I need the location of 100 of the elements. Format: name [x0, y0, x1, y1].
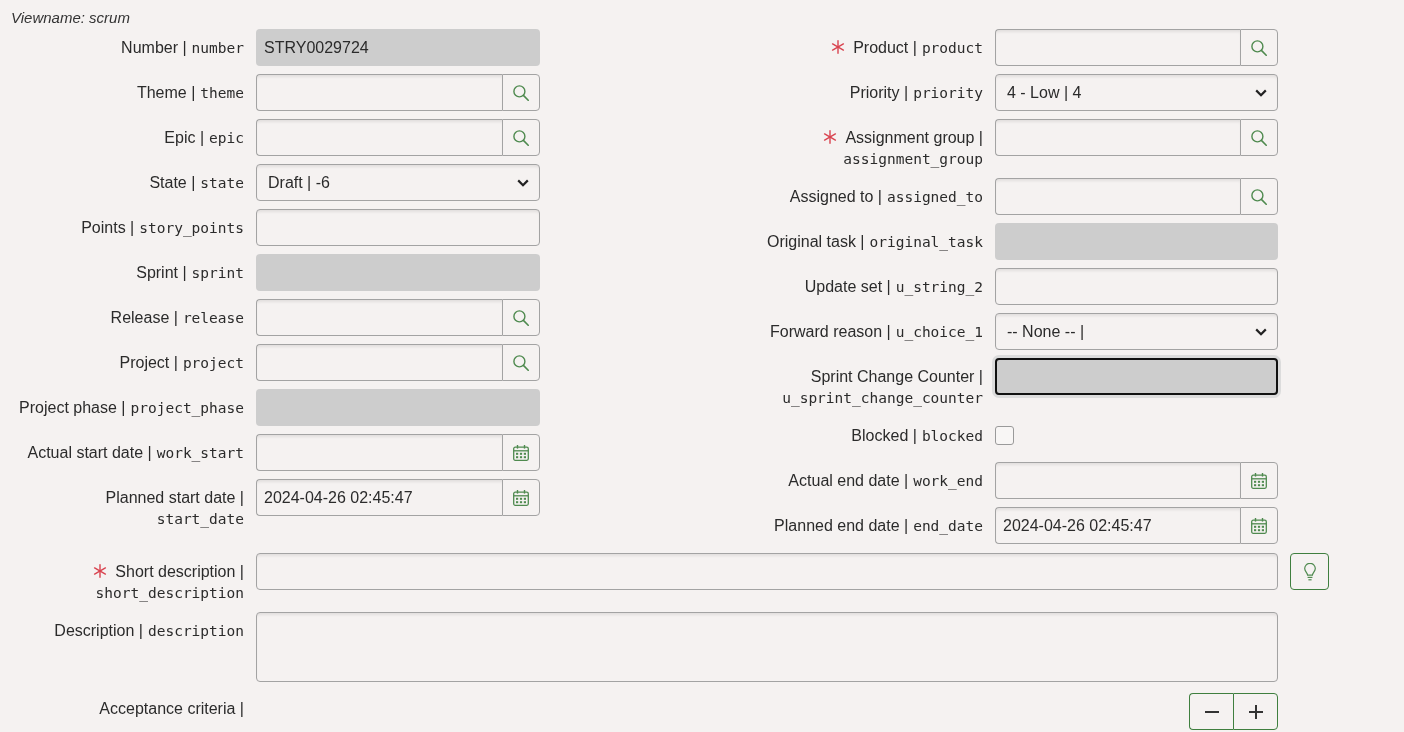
field-label: Assignment group | — [845, 128, 983, 148]
dropdown[interactable]: -- None -- | — [995, 313, 1278, 350]
field-name: sprint — [191, 264, 244, 283]
field-label: Original task | — [766, 232, 865, 252]
field-name: description — [147, 622, 244, 641]
view-name-label: Viewname: scrum — [11, 8, 130, 28]
field-name: theme — [200, 84, 244, 103]
calendar-button[interactable] — [502, 434, 540, 471]
input-field[interactable] — [256, 434, 502, 471]
field-label: Product | — [853, 38, 917, 58]
input-field[interactable]: 2024-04-26 02:45:47 — [995, 507, 1240, 544]
field-name: u_choice_1 — [895, 323, 983, 343]
field-label: Description | — [54, 621, 143, 641]
field-name: blocked — [921, 427, 983, 446]
field-label: Sprint Change Counter | — [810, 367, 983, 387]
field-name: state — [200, 174, 244, 193]
search-button[interactable] — [502, 119, 540, 156]
chevron-icon — [1255, 327, 1267, 336]
input-field[interactable]: 2024-04-26 02:45:47 — [256, 479, 502, 516]
field-label: Release | — [110, 308, 178, 328]
checkbox[interactable] — [995, 426, 1014, 445]
field-name: work_end — [913, 472, 983, 492]
calendar-icon — [1251, 472, 1267, 489]
input-field[interactable] — [256, 299, 502, 336]
field-label: Acceptance criteria | — [99, 699, 244, 719]
field-label: Priority | — [849, 83, 909, 103]
text-area[interactable] — [256, 612, 1278, 682]
field-name: assignment_group — [843, 150, 983, 170]
search-icon — [1251, 129, 1267, 146]
calendar-icon — [513, 489, 529, 506]
calendar-button[interactable] — [502, 479, 540, 516]
field-name: story_points — [139, 219, 244, 239]
field-label: Sprint | — [136, 263, 187, 283]
field-name: product — [921, 39, 983, 58]
field-label: Actual start date | — [27, 443, 152, 463]
field-label: Project | — [119, 353, 178, 373]
input-field[interactable] — [256, 119, 502, 156]
search-button[interactable] — [1240, 119, 1278, 156]
field-label: Project phase | — [19, 398, 126, 418]
field-name: start_date — [156, 510, 244, 530]
field-name: number — [191, 39, 244, 58]
input-field[interactable] — [995, 29, 1240, 66]
field-name: short_description — [95, 584, 244, 604]
field-name: project — [182, 354, 244, 373]
input-field[interactable] — [256, 553, 1278, 590]
field-label: Planned start date | — [105, 488, 244, 508]
field-name: original_task — [869, 233, 983, 253]
read-only-field[interactable] — [256, 254, 540, 291]
chevron-icon — [1255, 88, 1267, 97]
field-label: Epic | — [164, 128, 205, 148]
field-name: u_string_2 — [895, 278, 983, 298]
field-label: Short description | — [115, 562, 244, 582]
search-icon — [513, 354, 529, 371]
search-button[interactable] — [502, 344, 540, 381]
search-icon — [1251, 188, 1267, 205]
search-button[interactable] — [502, 299, 540, 336]
field-label: Theme | — [136, 83, 196, 103]
field-name: u_sprint_change_counter — [782, 389, 983, 409]
field-name: release — [182, 309, 244, 328]
input-field[interactable] — [995, 268, 1278, 305]
field-label: Number | — [121, 38, 187, 58]
read-only-field[interactable]: STRY0029724 — [256, 29, 540, 66]
field-label: Forward reason | — [770, 322, 891, 342]
plus-button[interactable] — [1233, 693, 1278, 730]
lightbulb-button[interactable] — [1290, 553, 1329, 590]
search-icon — [513, 84, 529, 101]
field-name: project_phase — [130, 399, 244, 419]
input-field[interactable] — [256, 209, 540, 246]
search-icon — [513, 129, 529, 146]
field-name: end_date — [913, 517, 983, 537]
field-label: Points | — [81, 218, 135, 238]
dropdown[interactable]: 4 - Low | 4 — [995, 74, 1278, 111]
plus-icon — [1248, 704, 1263, 719]
field-label: State | — [149, 173, 196, 193]
dropdown[interactable]: Draft | -6 — [256, 164, 540, 201]
field-label: Assigned to | — [789, 187, 882, 207]
calendar-button[interactable] — [1240, 462, 1278, 499]
input-field[interactable] — [256, 344, 502, 381]
read-only-field[interactable] — [995, 223, 1278, 260]
minus-button[interactable] — [1189, 693, 1233, 730]
field-name: assigned_to — [886, 188, 983, 208]
field-name: epic — [209, 129, 244, 148]
read-only-field[interactable] — [995, 358, 1278, 395]
calendar-icon — [513, 444, 529, 461]
field-label: Blocked | — [851, 426, 917, 446]
search-icon — [513, 309, 529, 326]
input-field[interactable] — [995, 178, 1240, 215]
read-only-field[interactable] — [256, 389, 540, 426]
lightbulb-icon — [1303, 562, 1316, 581]
search-button[interactable] — [1240, 29, 1278, 66]
search-button[interactable] — [502, 74, 540, 111]
input-field[interactable] — [995, 462, 1240, 499]
calendar-button[interactable] — [1240, 507, 1278, 544]
search-button[interactable] — [1240, 178, 1278, 215]
field-name: priority — [913, 84, 983, 103]
input-field[interactable] — [256, 74, 502, 111]
field-name: work_start — [156, 444, 244, 464]
input-field[interactable] — [995, 119, 1240, 156]
field-label: Actual end date | — [788, 471, 909, 491]
calendar-icon — [1251, 517, 1267, 534]
